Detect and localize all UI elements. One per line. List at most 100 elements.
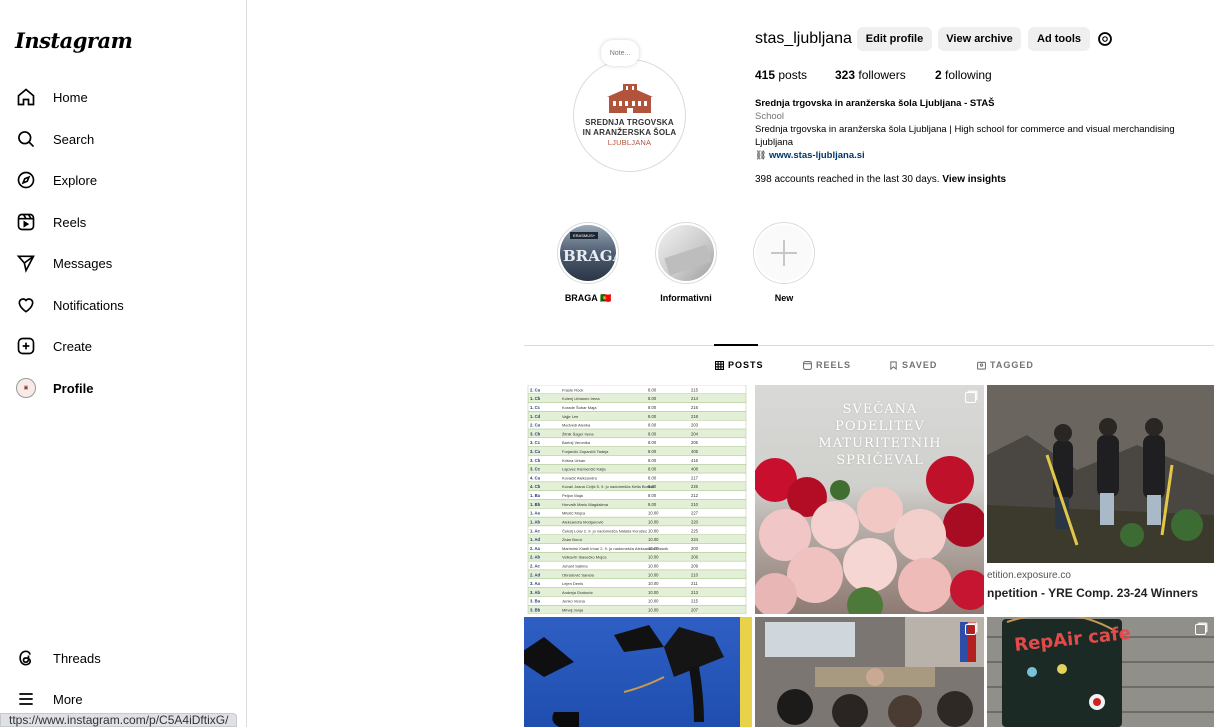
- sidebar-item-search[interactable]: Search: [8, 121, 238, 157]
- post-schedule-table[interactable]: 2. Ca Frasle Rock 8.00 215 1. Cb Kolenj Urban…: [524, 385, 752, 614]
- paper-plane-icon: [16, 253, 36, 273]
- tab-posts[interactable]: POSTS: [715, 360, 764, 370]
- table-cell: 216: [691, 405, 699, 410]
- sidebar-item-label: Reels: [53, 214, 87, 230]
- table-row: 3. Cc Bartolj Veronika 8.00 205: [527, 437, 747, 447]
- highlight-label: Informativni: [660, 293, 712, 303]
- sidebar-item-label: Explore: [53, 172, 98, 188]
- table-row: 1. Cb Kolenj Urbanec Irena 8.00 214: [527, 393, 747, 403]
- highlight-label: BRAGA 🇵🇹: [564, 293, 612, 303]
- sidebar-item-profile[interactable]: ▣ Profile: [8, 370, 238, 406]
- insights-summary: 398 accounts reached in the last 30 days…: [755, 174, 1007, 185]
- tag-person-icon: [977, 361, 986, 370]
- threads-icon: [16, 648, 36, 668]
- following-link[interactable]: 2 following: [935, 68, 992, 82]
- highlight-new[interactable]: New: [753, 222, 815, 303]
- reels-icon: [16, 212, 36, 232]
- edit-profile-button[interactable]: Edit profile: [857, 27, 932, 51]
- table-cell: 1. Aa: [530, 511, 541, 516]
- view-insights-link[interactable]: View insights: [942, 174, 1006, 185]
- table-cell: 10.00: [648, 608, 659, 613]
- table-row: 2. Ca Medvedi Alenka 8.00 203: [527, 420, 747, 430]
- gear-icon[interactable]: [1096, 30, 1114, 48]
- table-cell: 3. Cb: [530, 431, 541, 436]
- students-planting-image: [987, 385, 1214, 563]
- view-archive-button[interactable]: View archive: [938, 27, 1021, 51]
- post-classroom-presentation[interactable]: [755, 617, 984, 727]
- table-cell: Vajje Lee: [562, 414, 579, 419]
- sidebar-item-messages[interactable]: Messages: [8, 245, 238, 281]
- sidebar-item-home[interactable]: Home: [8, 79, 238, 115]
- table-cell: 8.00: [648, 396, 657, 401]
- table-cell: Medvedi Alenka: [562, 423, 591, 428]
- table-cell: 3. Bb: [530, 608, 541, 613]
- profile-website[interactable]: ⛓ www.stas-ljubljana.si: [755, 149, 1214, 162]
- tab-saved[interactable]: SAVED: [889, 360, 937, 370]
- roses-image: [755, 456, 984, 614]
- table-cell: Mihelj Janja: [562, 608, 584, 613]
- post-ceremony-roses[interactable]: SVEČANA PODELITEV MATURITETNIH SPRIČEVAL: [755, 385, 984, 614]
- note-bubble[interactable]: Note...: [601, 40, 639, 66]
- highlight-braga[interactable]: ERASMUS+ BRAGA BRAGA 🇵🇹: [557, 222, 619, 304]
- table-cell: Lejen Denis: [562, 581, 583, 586]
- instagram-logo[interactable]: Instagram: [15, 28, 133, 53]
- schedule-table-image: 2. Ca Frasle Rock 8.00 215 1. Cb Kolenj Urban…: [527, 385, 747, 614]
- table-cell: 408: [691, 467, 699, 472]
- post-repair-cafe[interactable]: RepAir cafe: [987, 617, 1214, 727]
- highlight-label: New: [774, 293, 794, 303]
- sidebar-item-explore[interactable]: Explore: [8, 162, 238, 198]
- table-cell: 2. Ca: [530, 423, 541, 428]
- sidebar-item-label: Create: [53, 338, 93, 354]
- table-cell: 226: [691, 484, 699, 489]
- table-cell: 10.00: [648, 511, 659, 516]
- table-cell: 1. Cb: [530, 396, 541, 401]
- profile-full-name: Srednja trgovska in aranžerska šola Ljub…: [755, 98, 995, 109]
- sidebar-item-more[interactable]: More: [8, 681, 238, 717]
- table-row: 1. Aa Milutić Mojca 10.00 227: [527, 508, 747, 518]
- search-icon: [16, 129, 36, 149]
- post-graduation-caps[interactable]: [524, 617, 752, 727]
- table-row: 3. Cb Žitnik Šager Irena 8.00 204: [527, 428, 747, 439]
- table-row: 2. Ad Obradović Sanela 10.00 210: [527, 569, 747, 579]
- table-row: 1. Bb Horvath Mario Magdalena 8.00 210: [527, 499, 747, 509]
- tabs-divider: [524, 345, 1214, 346]
- link-preview: etition.exposure.co npetition - YRE Comp…: [987, 563, 1214, 614]
- post-competition-winners[interactable]: etition.exposure.co npetition - YRE Comp…: [987, 385, 1214, 614]
- highlight-cover-text: BRAGA: [563, 247, 616, 265]
- table-row: 3. Ba Jenko Vesna 10.00 215: [527, 596, 747, 606]
- repair-cafe-sign-image: RepAir cafe: [987, 617, 1214, 727]
- table-row: 3. Cc Lajovec Klemenčič Katja 8.00 408: [527, 464, 747, 474]
- bio-text: Srednja trgovska in aranžerska šola Ljub…: [755, 124, 1175, 135]
- table-cell: 210: [691, 502, 699, 507]
- profile-picture[interactable]: SREDNJA TRGOVSKA IN ARANŽERSKA ŠOLA LJUB…: [573, 59, 686, 172]
- highlight-informativni[interactable]: Informativni: [655, 222, 717, 303]
- table-row: 1. Cc Korade Šobar Maja 8.00 216: [527, 402, 747, 412]
- table-cell: Velkavrh Slavečko Mojca: [562, 555, 607, 560]
- table-cell: 8.00: [648, 493, 657, 498]
- table-cell: 2. Ca: [530, 387, 541, 392]
- table-cell: Juhant Sabina: [562, 563, 588, 568]
- table-cell: Čeksij Lola/ 2. 9. jo nadomešča Nataša K…: [562, 528, 647, 533]
- sidebar-item-threads[interactable]: Threads: [8, 640, 238, 676]
- table-cell: Jenko Vesna: [562, 599, 586, 604]
- table-cell: 3. Cc: [530, 440, 541, 445]
- ad-tools-button[interactable]: Ad tools: [1028, 27, 1090, 51]
- table-row: 2. Ab Velkavrh Slavečko Mojca 10.00 206: [527, 552, 747, 562]
- tab-reels[interactable]: REELS: [803, 360, 851, 370]
- table-cell: 1. Ba: [530, 493, 541, 498]
- status-bar-url: ttps://www.instagram.com/p/C5A4iDftixG/: [0, 713, 238, 727]
- tab-tagged[interactable]: TAGGED: [977, 360, 1034, 370]
- table-cell: 3. Cc: [530, 467, 541, 472]
- plus-square-icon: [16, 336, 36, 356]
- table-cell: 416: [691, 458, 699, 463]
- followers-link[interactable]: 323 followers: [835, 68, 906, 82]
- table-cell: 10.00: [648, 590, 659, 595]
- sidebar-item-label: Threads: [53, 650, 101, 666]
- classroom-image: [755, 617, 984, 727]
- sidebar-item-reels[interactable]: Reels: [8, 204, 238, 240]
- table-cell: 3. Ab: [530, 590, 541, 595]
- sidebar-item-notifications[interactable]: Notifications: [8, 287, 238, 323]
- table-cell: 10.00: [648, 537, 659, 542]
- plus-icon: [771, 240, 797, 266]
- sidebar-item-create[interactable]: Create: [8, 328, 238, 364]
